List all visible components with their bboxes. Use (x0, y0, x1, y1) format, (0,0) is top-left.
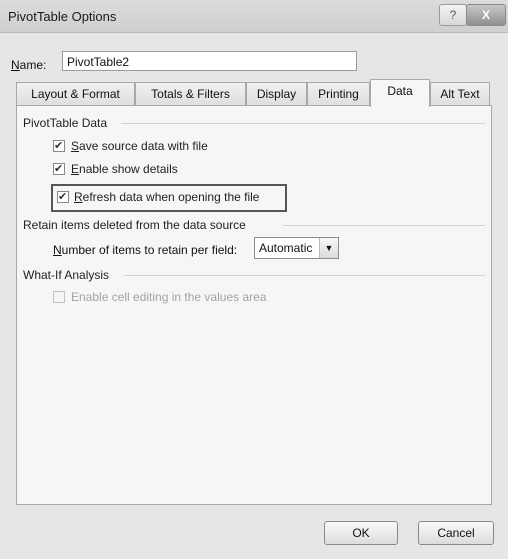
items-to-retain-label: Number of items to retain per field: (53, 243, 238, 257)
enable-show-details-checkbox[interactable] (53, 162, 65, 175)
items-to-retain-value: Automatic (259, 241, 313, 255)
title-bar: PivotTable Options ? X (0, 0, 508, 33)
name-input[interactable]: PivotTable2 (62, 51, 357, 71)
save-source-data-checkbox[interactable] (53, 139, 65, 152)
close-icon: X (481, 8, 490, 22)
data-tab-panel: PivotTable Data Save source data with fi… (16, 105, 492, 505)
dialog-content: Name: PivotTable2 Layout & Format Totals… (8, 36, 500, 551)
refresh-on-open-checkbox[interactable] (57, 190, 69, 203)
tab-display[interactable]: Display (246, 82, 307, 106)
items-to-retain-select[interactable]: Automatic ▼ (254, 237, 339, 259)
dropdown-arrow-icon[interactable]: ▼ (319, 238, 338, 258)
tab-printing[interactable]: Printing (307, 82, 370, 106)
enable-show-details-label: Enable show details (71, 162, 178, 176)
tab-data[interactable]: Data (370, 79, 430, 107)
close-button[interactable]: X (466, 4, 506, 26)
section-divider (124, 275, 485, 276)
window-title: PivotTable Options (8, 9, 117, 24)
save-source-data-label: Save source data with file (71, 139, 208, 153)
tab-alt-text[interactable]: Alt Text (430, 82, 490, 106)
refresh-on-open-label: Refresh data when opening the file (74, 190, 260, 204)
tab-layout-format[interactable]: Layout & Format (16, 82, 135, 106)
retain-items-heading: Retain items deleted from the data sourc… (23, 218, 246, 232)
section-divider (121, 123, 485, 124)
section-divider (283, 225, 485, 226)
cancel-button[interactable]: Cancel (418, 521, 494, 545)
name-label: Name: (11, 58, 47, 72)
cell-editing-checkbox[interactable] (53, 291, 65, 303)
tab-totals-filters[interactable]: Totals & Filters (135, 82, 246, 106)
cell-editing-label: Enable cell editing in the values area (71, 290, 267, 304)
help-button[interactable]: ? (439, 4, 467, 26)
pivottable-data-heading: PivotTable Data (23, 116, 108, 130)
what-if-heading: What-If Analysis (23, 268, 110, 282)
help-icon: ? (449, 8, 457, 22)
ok-button[interactable]: OK (324, 521, 398, 545)
